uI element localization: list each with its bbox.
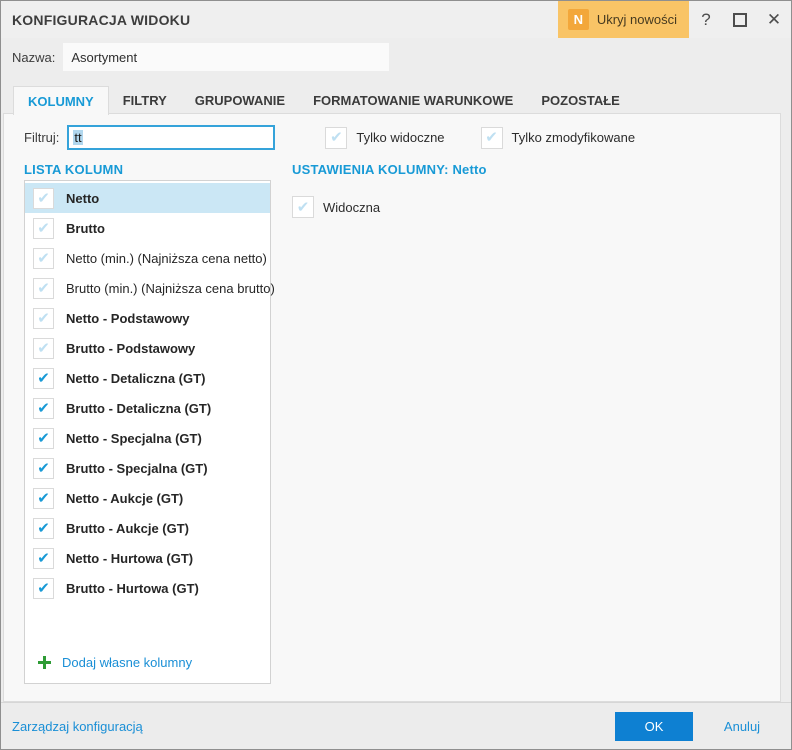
checkbox-icon[interactable] bbox=[33, 517, 54, 539]
column-list-item[interactable]: Brutto - Hurtowa (GT) bbox=[25, 573, 270, 603]
checkbox-icon[interactable] bbox=[33, 487, 54, 509]
checkbox-icon bbox=[325, 126, 348, 149]
maximize-button[interactable] bbox=[723, 1, 757, 38]
dialog-title: KONFIGURACJA WIDOKU bbox=[12, 11, 191, 28]
checkbox-icon[interactable] bbox=[33, 247, 54, 269]
column-list-item[interactable]: Netto - Detaliczna (GT) bbox=[25, 363, 270, 393]
column-label: Brutto bbox=[66, 220, 105, 236]
news-icon: N bbox=[567, 9, 589, 30]
maximize-icon bbox=[733, 12, 747, 27]
tab-3[interactable]: FORMATOWANIE WARUNKOWE bbox=[299, 86, 527, 114]
close-button[interactable]: ✕ bbox=[757, 1, 791, 38]
checkbox-icon[interactable] bbox=[33, 427, 54, 449]
checkbox-icon[interactable] bbox=[33, 367, 54, 389]
column-list-item[interactable]: Brutto bbox=[25, 213, 270, 243]
tab-bar: KOLUMNY FILTRY GRUPOWANIE FORMATOWANIE WARU… bbox=[13, 86, 634, 115]
hide-news-button[interactable]: N Ukryj nowości bbox=[557, 1, 689, 38]
only-modified-label: Tylko zmodyfikowane bbox=[511, 130, 636, 145]
tab-4[interactable]: POZOSTAŁE bbox=[527, 86, 633, 114]
column-list: Netto Brutto Netto (min.) (Najniższa cen… bbox=[24, 180, 275, 684]
filter-input[interactable]: tt bbox=[67, 125, 276, 150]
cancel-button[interactable]: Anuluj bbox=[693, 719, 791, 734]
plus-icon bbox=[38, 655, 51, 669]
checkbox-icon[interactable] bbox=[33, 217, 54, 239]
tab-0[interactable]: KOLUMNY bbox=[13, 86, 109, 115]
help-button[interactable]: ? bbox=[689, 1, 723, 38]
column-list-heading: LISTA KOLUMN bbox=[24, 162, 124, 177]
checkbox-icon[interactable] bbox=[33, 187, 54, 209]
column-list-item[interactable]: Brutto - Specjalna (GT) bbox=[25, 453, 270, 483]
filter-row: Filtruj: tt Tylko widoczne Tylko zmodyfi… bbox=[24, 125, 635, 150]
columns-tab-panel: Filtruj: tt Tylko widoczne Tylko zmodyfi… bbox=[3, 113, 781, 702]
checkbox-icon[interactable] bbox=[33, 277, 54, 299]
only-visible-checkbox[interactable]: Tylko widoczne bbox=[325, 126, 445, 149]
checkbox-icon[interactable] bbox=[33, 337, 54, 359]
name-input[interactable] bbox=[63, 43, 390, 71]
column-list-item[interactable]: Netto - Hurtowa (GT) bbox=[25, 543, 270, 573]
view-configuration-dialog: KONFIGURACJA WIDOKU N Ukryj nowości ? ✕ … bbox=[0, 0, 792, 750]
visible-label: Widoczna bbox=[323, 199, 381, 215]
hide-news-label: Ukryj nowości bbox=[596, 12, 677, 27]
column-list-item[interactable]: Brutto - Aukcje (GT) bbox=[25, 513, 270, 543]
column-list-item[interactable]: Netto - Aukcje (GT) bbox=[25, 483, 270, 513]
column-list-item[interactable]: Netto bbox=[25, 183, 270, 213]
column-label: Brutto - Podstawowy bbox=[66, 340, 196, 356]
column-label: Netto - Hurtowa (GT) bbox=[66, 550, 194, 566]
column-label: Brutto - Detaliczna (GT) bbox=[66, 400, 212, 416]
column-label: Netto - Specjalna (GT) bbox=[66, 430, 202, 446]
only-visible-label: Tylko widoczne bbox=[356, 130, 445, 145]
checkbox-icon[interactable] bbox=[33, 547, 54, 569]
column-label: Netto (min.) (Najniższa cena netto) bbox=[66, 250, 267, 266]
column-label: Brutto - Aukcje (GT) bbox=[66, 520, 190, 536]
filter-label: Filtruj: bbox=[24, 130, 60, 145]
title-bar: KONFIGURACJA WIDOKU N Ukryj nowości ? ✕ bbox=[1, 1, 791, 38]
manage-configuration-link[interactable]: Zarządzaj konfiguracją bbox=[1, 719, 143, 734]
ok-button[interactable]: OK bbox=[615, 711, 693, 741]
column-list-item[interactable]: Brutto - Detaliczna (GT) bbox=[25, 393, 270, 423]
name-row: Nazwa: bbox=[1, 38, 791, 76]
checkbox-icon[interactable] bbox=[33, 577, 54, 599]
tab-1[interactable]: FILTRY bbox=[109, 86, 181, 114]
name-label: Nazwa: bbox=[12, 49, 56, 65]
checkbox-icon bbox=[292, 196, 314, 218]
column-label: Brutto - Specjalna (GT) bbox=[66, 460, 208, 476]
column-label: Brutto - Hurtowa (GT) bbox=[66, 580, 199, 596]
column-label: Netto - Detaliczna (GT) bbox=[66, 370, 206, 386]
column-label: Brutto (min.) (Najniższa cena brutto) bbox=[66, 280, 275, 296]
checkbox-icon bbox=[480, 126, 503, 149]
column-label: Netto - Podstawowy bbox=[66, 310, 190, 326]
tab-2[interactable]: GRUPOWANIE bbox=[181, 86, 299, 114]
visible-checkbox[interactable]: Widoczna bbox=[292, 196, 380, 218]
column-list-item[interactable]: Netto - Specjalna (GT) bbox=[25, 423, 270, 453]
column-list-item[interactable]: Netto - Podstawowy bbox=[25, 303, 270, 333]
column-settings-heading: USTAWIENIA KOLUMNY: Netto bbox=[292, 162, 487, 177]
column-list-item[interactable]: Netto (min.) (Najniższa cena netto) bbox=[25, 243, 270, 273]
checkbox-icon[interactable] bbox=[33, 457, 54, 479]
checkbox-icon[interactable] bbox=[33, 307, 54, 329]
add-custom-columns-label: Dodaj własne kolumny bbox=[62, 654, 193, 670]
checkbox-icon[interactable] bbox=[33, 397, 54, 419]
column-list-item[interactable]: Brutto - Podstawowy bbox=[25, 333, 270, 363]
filter-value: tt bbox=[73, 130, 83, 145]
add-custom-columns-link[interactable]: Dodaj własne kolumny bbox=[25, 641, 270, 683]
column-list-item[interactable]: Brutto (min.) (Najniższa cena brutto) bbox=[25, 273, 275, 303]
only-modified-checkbox[interactable]: Tylko zmodyfikowane bbox=[480, 126, 636, 149]
column-label: Netto bbox=[66, 190, 100, 206]
title-bar-controls: N Ukryj nowości ? ✕ bbox=[557, 1, 791, 38]
footer-bar: Zarządzaj konfiguracją OK Anuluj bbox=[1, 702, 791, 749]
column-label: Netto - Aukcje (GT) bbox=[66, 490, 184, 506]
